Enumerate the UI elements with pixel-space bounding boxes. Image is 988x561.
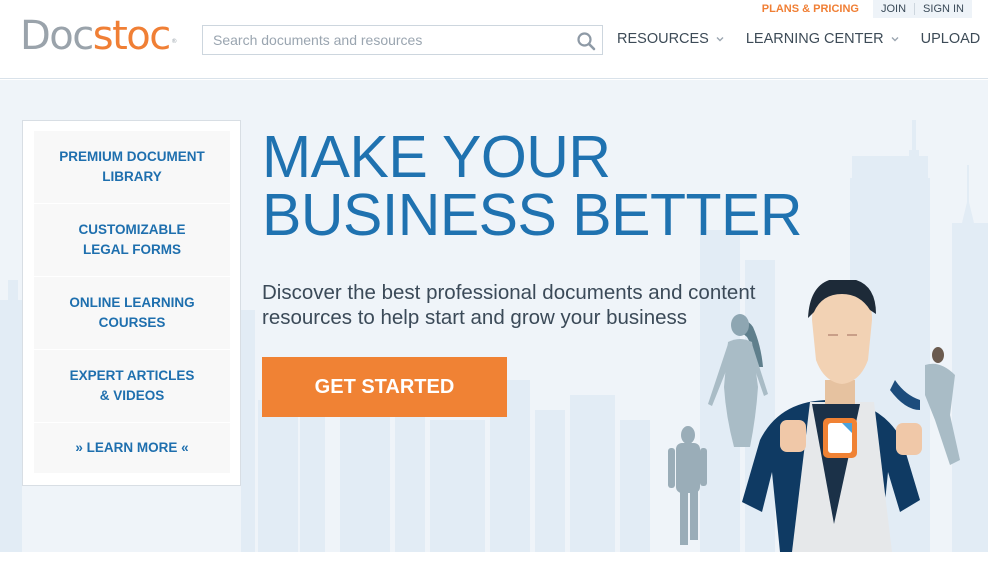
site-header: Docstoc® PLANS & PRICING JOIN SIGN IN RE… (0, 0, 988, 79)
plans-pricing-link[interactable]: PLANS & PRICING (762, 3, 859, 15)
registered-mark: ® (171, 38, 177, 45)
headline-line1: MAKE YOUR (262, 124, 611, 190)
hero-banner: PREMIUM DOCUMENT LIBRARY CUSTOMIZABLE LEGA… (0, 80, 988, 552)
search-input[interactable] (203, 26, 573, 54)
hero-headline: MAKE YOUR BUSINESS BETTER (262, 128, 803, 245)
feature-label-line1: EXPERT ARTICLES (69, 368, 195, 383)
feature-expert-articles-videos[interactable]: EXPERT ARTICLES & VIDEOS (34, 350, 230, 423)
feature-customizable-legal-forms[interactable]: CUSTOMIZABLE LEGAL FORMS (34, 204, 230, 277)
feature-label-line1: CUSTOMIZABLE (78, 222, 186, 237)
logo-text-doc: Doc (20, 13, 94, 59)
chevron-down-icon (891, 37, 899, 42)
join-link[interactable]: JOIN (881, 3, 906, 15)
divider (914, 3, 916, 15)
headline-line2: BUSINESS BETTER (262, 182, 803, 248)
feature-menu-card: PREMIUM DOCUMENT LIBRARY CUSTOMIZABLE LEGA… (22, 120, 241, 486)
feature-label-line2: LIBRARY (102, 169, 162, 184)
main-nav: RESOURCES LEARNING CENTER UPLOAD (617, 31, 980, 47)
search-box (202, 25, 603, 55)
sign-in-link[interactable]: SIGN IN (923, 3, 964, 15)
feature-label-line1: ONLINE LEARNING (69, 295, 195, 310)
nav-resources[interactable]: RESOURCES (617, 31, 724, 47)
chevron-down-icon (716, 37, 724, 42)
docstoc-logo[interactable]: Docstoc ® (20, 12, 177, 60)
search-icon[interactable] (576, 31, 596, 51)
nav-learning-center[interactable]: LEARNING CENTER (746, 31, 899, 47)
robot-figure-icon (668, 426, 707, 545)
nav-upload-label: UPLOAD (920, 31, 981, 47)
feature-online-learning-courses[interactable]: ONLINE LEARNING COURSES (34, 277, 230, 350)
feature-label-line1: PREMIUM DOCUMENT (59, 149, 205, 164)
page-bottom-strip (0, 552, 988, 561)
feature-label-line2: & VIDEOS (99, 388, 165, 403)
nav-upload[interactable]: UPLOAD (921, 31, 981, 47)
main-superhero-figure-icon (742, 280, 922, 552)
subtext-line2: resources to help start and grow your bu… (262, 306, 688, 329)
auth-links: JOIN SIGN IN (872, 0, 972, 18)
learn-more-label: » LEARN MORE « (75, 440, 189, 455)
nav-resources-label: RESOURCES (617, 31, 709, 47)
feature-premium-document-library[interactable]: PREMIUM DOCUMENT LIBRARY (34, 131, 230, 204)
feature-label-line2: COURSES (98, 315, 166, 330)
learn-more-link[interactable]: » LEARN MORE « (34, 423, 230, 474)
feature-label-line2: LEGAL FORMS (82, 242, 181, 257)
top-utility-bar: PLANS & PRICING JOIN SIGN IN (762, 0, 972, 18)
nav-learning-center-label: LEARNING CENTER (745, 31, 884, 47)
get-started-button[interactable]: GET STARTED (262, 357, 507, 417)
superhero-illustration (668, 280, 960, 552)
heroine-figure-icon (708, 314, 768, 447)
logo-text-stoc: stoc (92, 13, 172, 59)
